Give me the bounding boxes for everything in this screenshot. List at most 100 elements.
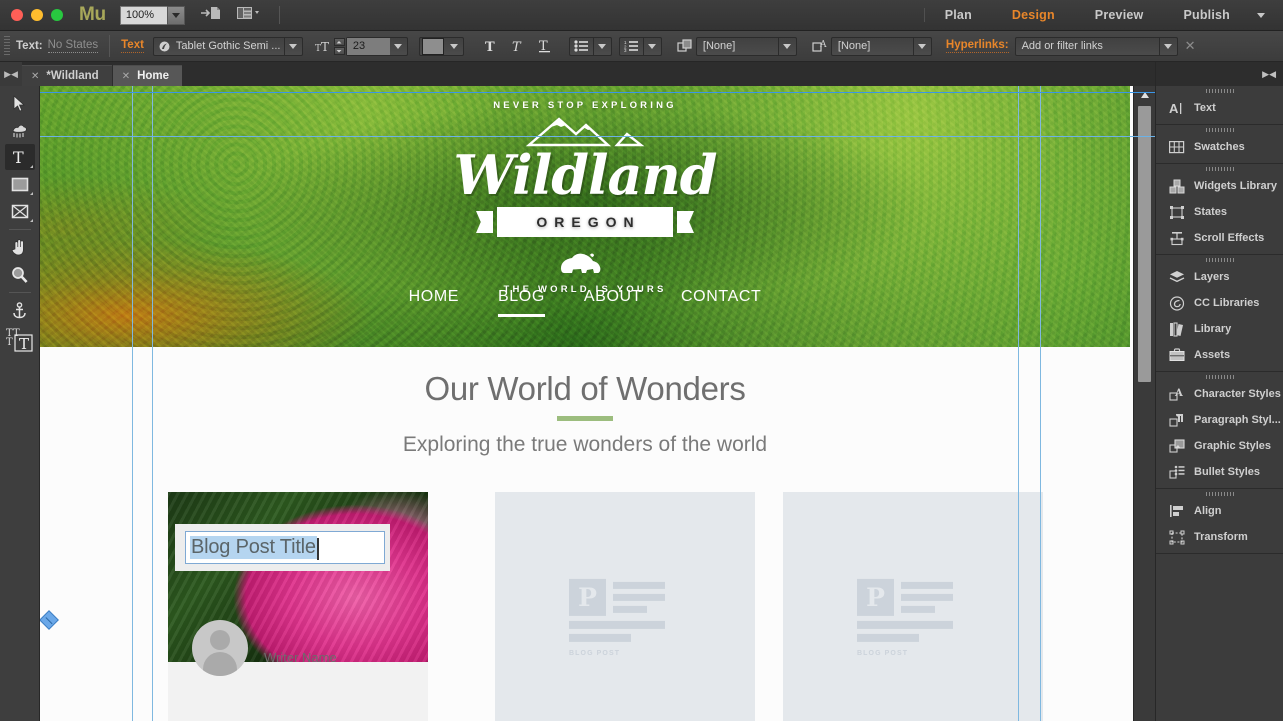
paragraph-style-chevron-down-icon[interactable] (779, 43, 796, 49)
bulleted-list-chevron-down-icon[interactable] (594, 43, 611, 49)
menu-item-design[interactable]: Design (992, 8, 1075, 22)
selection-tool[interactable] (5, 90, 35, 116)
panel-grip[interactable] (1156, 86, 1283, 95)
zoom-level-dropdown-arrow[interactable] (166, 5, 185, 25)
avatar[interactable] (192, 620, 248, 676)
text-frame-tool[interactable]: T T T T (5, 324, 35, 354)
site-navigation[interactable]: HOME BLOG ABOUT CONTACT (40, 288, 1130, 317)
scrollbar-thumb[interactable] (1138, 106, 1151, 382)
blog-post-placeholder-card[interactable]: P BLOG POST (783, 492, 1043, 721)
panel-grip[interactable] (1156, 164, 1283, 173)
menu-item-plan[interactable]: Plan (923, 8, 992, 22)
blog-post-title-selected-text[interactable]: Blog Post Title (190, 536, 319, 560)
font-family-select[interactable]: Tablet Gothic Semi ... (152, 36, 303, 56)
guide-vertical[interactable] (132, 86, 133, 721)
hero-banner-image[interactable]: NEVER STOP EXPLORING Wildland OREGON THE… (40, 86, 1130, 347)
panel-grip[interactable] (1156, 255, 1283, 264)
font-size-chevron-down-icon[interactable] (390, 43, 407, 49)
character-style-chevron-down-icon[interactable] (914, 43, 931, 49)
nav-item-about[interactable]: ABOUT (584, 288, 642, 317)
bold-button[interactable]: T (481, 36, 502, 57)
font-size-select[interactable]: 23 (345, 36, 408, 56)
panel-item-library[interactable]: Library (1156, 316, 1283, 342)
design-canvas[interactable]: NEVER STOP EXPLORING Wildland OREGON THE… (40, 86, 1155, 721)
blog-post-card[interactable]: Writer Name Blog Post Title (168, 492, 428, 721)
collapse-panels-icon[interactable]: ▶◀ (1156, 62, 1283, 86)
character-style-select[interactable]: [None] (830, 36, 932, 56)
scroll-up-arrow-icon[interactable] (1134, 86, 1156, 104)
close-icon[interactable]: ✕ (31, 71, 39, 82)
hand-tool[interactable] (5, 234, 35, 260)
image-frame-tool[interactable] (5, 198, 35, 224)
hyperlinks-chevron-down-icon[interactable] (1160, 43, 1177, 49)
hyperlinks-label[interactable]: Hyperlinks: (945, 39, 1009, 53)
export-page-icon[interactable] (200, 5, 222, 26)
states-value[interactable]: No States (47, 39, 99, 53)
clear-hyperlink-close-icon[interactable]: ✕ (1185, 38, 1196, 54)
window-controls[interactable] (11, 9, 63, 21)
text-tool[interactable]: T (4, 144, 35, 170)
hyperlinks-select[interactable]: Add or filter links (1014, 36, 1178, 56)
page-surface[interactable]: NEVER STOP EXPLORING Wildland OREGON THE… (40, 86, 1155, 721)
preview-device-icon[interactable] (236, 5, 262, 26)
font-size-value[interactable]: 23 (346, 37, 390, 55)
panel-item-states[interactable]: States (1156, 199, 1283, 225)
section-title[interactable]: Our World of Wonders (40, 370, 1130, 408)
guide-vertical[interactable] (1040, 86, 1041, 721)
menu-item-publish[interactable]: Publish (1163, 8, 1250, 22)
panel-item-layers[interactable]: Layers (1156, 264, 1283, 290)
close-window-button[interactable] (11, 9, 23, 21)
document-tab-wildland[interactable]: ✕ *Wildland (22, 65, 112, 86)
guide-horizontal[interactable] (40, 136, 1155, 137)
document-tab-home[interactable]: ✕ Home (112, 65, 183, 86)
nav-item-blog[interactable]: BLOG (498, 288, 545, 317)
panel-item-cc-libraries[interactable]: CC Libraries (1156, 290, 1283, 316)
numbered-list-icon[interactable]: 1 2 3 (620, 40, 643, 52)
panel-item-transform[interactable]: Transform (1156, 524, 1283, 550)
canvas-vertical-scrollbar[interactable] (1133, 86, 1156, 721)
panel-item-scroll-effects[interactable]: Scroll Effects (1156, 225, 1283, 251)
bulleted-list-select[interactable] (568, 36, 612, 56)
rectangle-tool[interactable] (5, 171, 35, 197)
hyperlinks-value[interactable]: Add or filter links (1016, 40, 1159, 52)
text-style-link[interactable]: Text (121, 39, 144, 53)
anchor-tool[interactable] (5, 297, 35, 323)
underline-button[interactable]: T (535, 36, 556, 57)
numbered-list-select[interactable]: 1 2 3 (618, 36, 662, 56)
control-bar-grip[interactable] (4, 36, 10, 56)
bulleted-list-icon[interactable] (570, 40, 593, 52)
blog-post-title-input[interactable]: Blog Post Title (185, 531, 385, 564)
panel-item-paragraph-styles[interactable]: Paragraph Styl... (1156, 407, 1283, 433)
section-subtitle[interactable]: Exploring the true wonders of the world (40, 433, 1130, 457)
guide-vertical[interactable] (152, 86, 153, 721)
crop-tool[interactable] (5, 117, 35, 143)
text-color-select[interactable] (418, 36, 464, 56)
main-mode-menu[interactable]: Plan Design Preview Publish (923, 8, 1283, 22)
maximize-window-button[interactable] (51, 9, 63, 21)
blog-post-placeholder-card[interactable]: P BLOG POST (495, 492, 755, 721)
panel-item-align[interactable]: Align (1156, 498, 1283, 524)
guide-horizontal[interactable] (40, 92, 1155, 93)
panel-item-bullet-styles[interactable]: Bullet Styles (1156, 459, 1283, 485)
nav-item-contact[interactable]: CONTACT (681, 288, 761, 317)
zoom-level-combo[interactable]: 100% (119, 5, 185, 25)
italic-button[interactable]: T (508, 36, 529, 57)
close-icon[interactable]: ✕ (122, 71, 130, 82)
menu-item-preview[interactable]: Preview (1075, 8, 1164, 22)
writer-name[interactable]: Writer Name (264, 650, 337, 665)
panel-grip[interactable] (1156, 125, 1283, 134)
panel-item-text[interactable]: A Text (1156, 95, 1283, 121)
panel-item-character-styles[interactable]: A Character Styles (1156, 381, 1283, 407)
panel-item-graphic-styles[interactable]: Graphic Styles (1156, 433, 1283, 459)
publish-chevron-down-icon[interactable] (1257, 12, 1265, 18)
nav-item-home[interactable]: HOME (409, 288, 459, 317)
paragraph-style-select[interactable]: [None] (695, 36, 797, 56)
panel-grip[interactable] (1156, 489, 1283, 498)
panel-item-widgets-library[interactable]: Widgets Library (1156, 173, 1283, 199)
guide-vertical[interactable] (1018, 86, 1019, 721)
minimize-window-button[interactable] (31, 9, 43, 21)
collapse-left-panel-icon[interactable]: ▶◀ (0, 62, 22, 86)
numbered-list-chevron-down-icon[interactable] (644, 43, 661, 49)
panel-item-swatches[interactable]: Swatches (1156, 134, 1283, 160)
panel-item-assets[interactable]: Assets (1156, 342, 1283, 368)
